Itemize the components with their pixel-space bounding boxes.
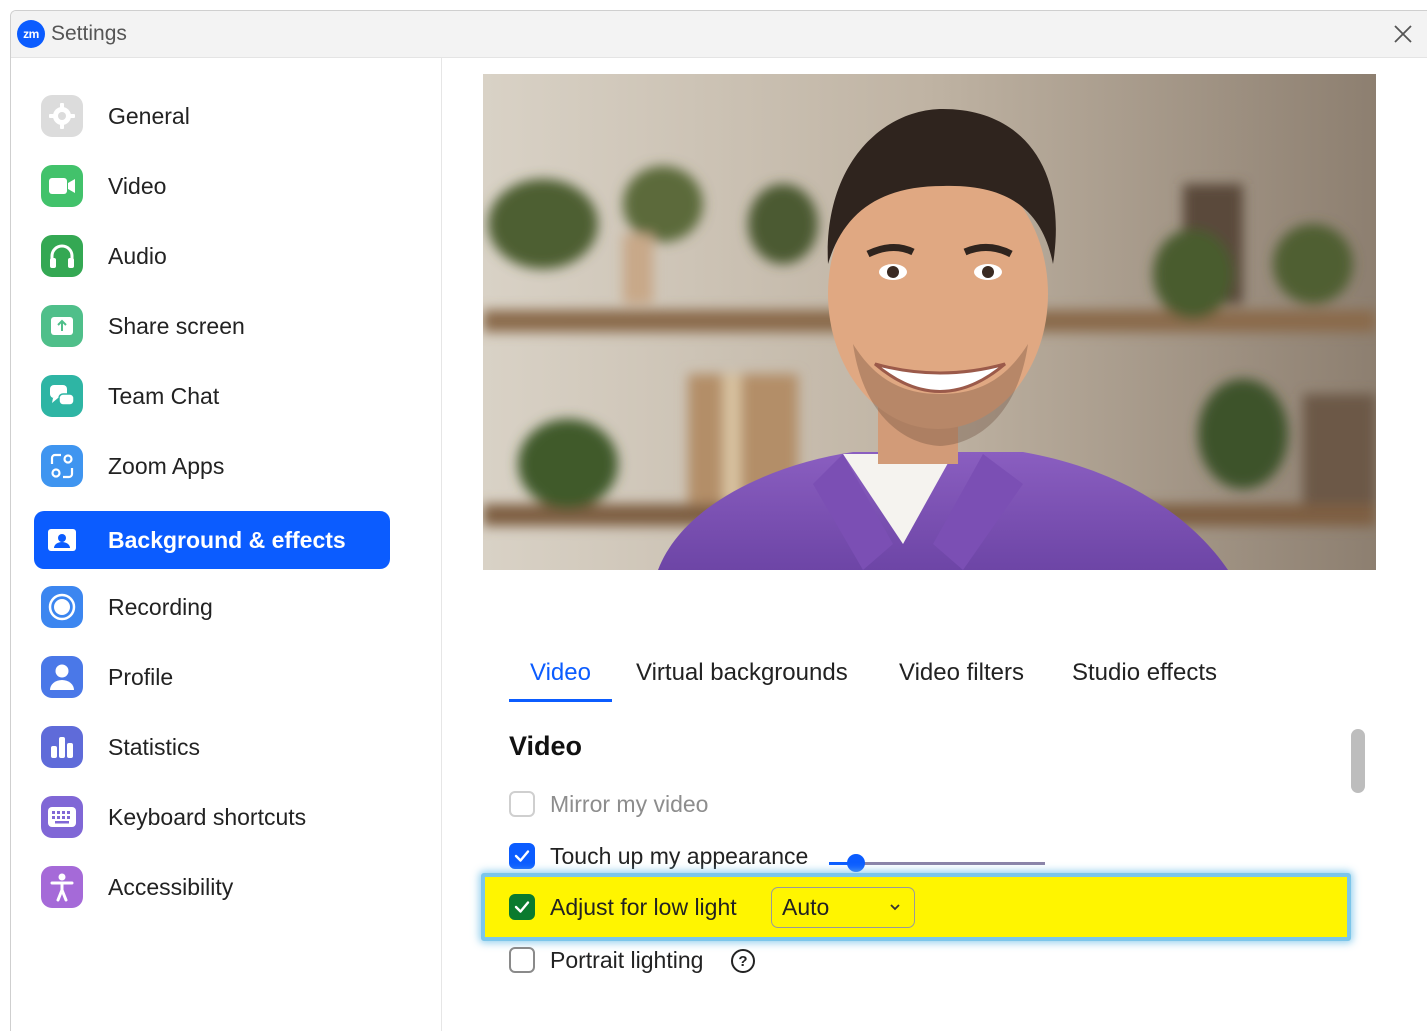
low-light-checkbox[interactable] [509, 894, 535, 920]
zoom-logo-icon: zm [17, 20, 45, 48]
chat-bubbles-icon [41, 375, 83, 417]
background-portrait-icon [41, 519, 83, 561]
checkmark-icon [514, 850, 530, 862]
slider-track [855, 862, 1045, 865]
mirror-video-option: Mirror my video [509, 788, 708, 820]
keyboard-icon [41, 796, 83, 838]
sidebar-item-label: Background & effects [108, 526, 346, 553]
sidebar-item-label: Statistics [108, 733, 201, 760]
sidebar-item-label: Keyboard shortcuts [108, 803, 307, 830]
chevron-down-icon [890, 904, 900, 911]
bar-chart-icon [41, 726, 83, 768]
touch-up-label: Touch up my appearance [550, 842, 809, 869]
sidebar-item-statistics[interactable]: Statistics [34, 718, 390, 776]
slider-handle[interactable] [847, 854, 865, 872]
camera-preview [483, 74, 1376, 570]
section-title: Video [509, 731, 583, 761]
close-button[interactable] [1389, 20, 1417, 48]
tab-video[interactable]: Video [509, 651, 612, 702]
apps-icon [41, 445, 83, 487]
portrait-lighting-label: Portrait lighting [550, 946, 704, 973]
sidebar-item-recording[interactable]: Recording [34, 578, 390, 636]
sidebar-item-profile[interactable]: Profile [34, 648, 390, 706]
sidebar-item-label: Accessibility [108, 873, 234, 900]
window-title: Settings [51, 22, 127, 45]
sidebar-item-label: General [108, 102, 190, 129]
sidebar-item-label: Video [108, 172, 167, 199]
camera-preview-image [483, 74, 1376, 570]
sidebar-item-accessibility[interactable]: Accessibility [34, 858, 390, 916]
sidebar-item-video[interactable]: Video [34, 157, 390, 215]
mirror-video-checkbox[interactable] [509, 791, 535, 817]
touch-up-slider[interactable] [829, 853, 1045, 873]
sidebar-item-label: Audio [108, 242, 167, 269]
sidebar-item-zoom-apps[interactable]: Zoom Apps [34, 437, 390, 495]
sidebar-item-label: Zoom Apps [108, 452, 225, 479]
mirror-video-label: Mirror my video [550, 790, 709, 817]
touch-up-option: Touch up my appearance [509, 840, 808, 872]
touch-up-checkbox[interactable] [509, 843, 535, 869]
share-screen-icon [41, 305, 83, 347]
sidebar-item-team-chat[interactable]: Team Chat [34, 367, 390, 425]
tab-virtual-backgrounds[interactable]: Virtual backgrounds [615, 651, 869, 699]
sidebar-item-background-effects[interactable]: Background & effects [34, 511, 390, 569]
sidebar-item-audio[interactable]: Audio [34, 227, 390, 285]
sidebar-item-label: Share screen [108, 312, 245, 339]
headphones-icon [41, 235, 83, 277]
gear-icon [41, 95, 83, 137]
scrollbar[interactable] [1351, 729, 1365, 1031]
low-light-mode-value: Auto [782, 894, 830, 920]
sidebar-item-share-screen[interactable]: Share screen [34, 297, 390, 355]
sidebar-item-keyboard-shortcuts[interactable]: Keyboard shortcuts [34, 788, 390, 846]
settings-sidebar: General Video Audio Share screen Team Ch… [11, 58, 442, 1031]
close-icon [1394, 25, 1412, 43]
sidebar-item-label: Profile [108, 663, 174, 690]
portrait-lighting-checkbox[interactable] [509, 947, 535, 973]
tab-video-filters[interactable]: Video filters [878, 651, 1045, 699]
sidebar-item-label: Team Chat [108, 382, 220, 409]
low-light-option: Adjust for low light [509, 891, 737, 923]
user-icon [41, 656, 83, 698]
settings-window: zm Settings General Video Audio Share sc… [10, 10, 1427, 1031]
sidebar-item-label: Recording [108, 593, 213, 620]
low-light-label: Adjust for low light [550, 893, 737, 920]
sidebar-item-general[interactable]: General [34, 87, 390, 145]
video-camera-icon [41, 165, 83, 207]
help-icon[interactable]: ? [731, 949, 755, 973]
low-light-mode-select[interactable]: Auto [771, 887, 915, 928]
title-bar: zm Settings [11, 11, 1427, 58]
checkmark-icon [514, 901, 530, 913]
accessibility-icon [41, 866, 83, 908]
scrollbar-thumb[interactable] [1351, 729, 1365, 793]
portrait-lighting-option: Portrait lighting [509, 944, 703, 976]
tab-studio-effects[interactable]: Studio effects [1051, 651, 1238, 699]
record-circle-icon [41, 586, 83, 628]
